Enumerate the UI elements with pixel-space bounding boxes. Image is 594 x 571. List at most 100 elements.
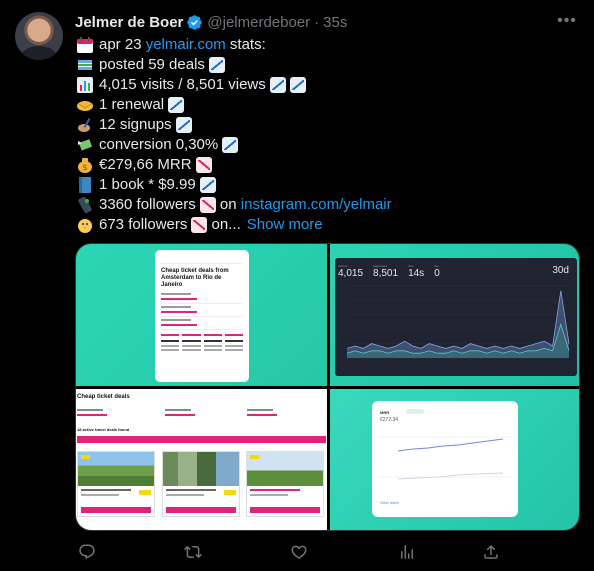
line-text: €279,66 MRR	[99, 156, 192, 173]
card-nav	[161, 256, 243, 264]
chart-decreasing-icon	[222, 137, 239, 153]
tweet-line: 4,015 visits / 8,501 views	[75, 75, 580, 95]
chart-decreasing-icon	[175, 117, 192, 133]
link-instagram[interactable]: instagram.com/yelmair	[241, 195, 392, 215]
share-icon	[484, 544, 498, 559]
money-wings-emoji-icon	[75, 135, 95, 155]
retweet-icon	[184, 545, 202, 559]
check-deal-button	[81, 507, 151, 513]
chart-increasing-icon	[195, 157, 212, 173]
new-tag	[81, 455, 90, 459]
mrr-title: MRR	[380, 410, 390, 415]
stat-visitors: visitors 4,015	[338, 264, 363, 279]
filter-month	[247, 407, 307, 421]
timestamp[interactable]: 35s	[323, 14, 347, 31]
filter-departure	[77, 407, 137, 421]
chart-decreasing-icon	[168, 97, 185, 113]
reply-icon	[79, 544, 95, 560]
more-options-icon[interactable]: •••	[555, 10, 579, 34]
dashboard-stats: visitors 4,015 pageviews 8,501 time 14s liv…	[338, 264, 440, 279]
media-image-3[interactable]: Cheap ticket deals 18 active travel deal…	[76, 389, 327, 530]
chart-decreasing-icon	[208, 57, 225, 73]
line-text: 12 signups	[99, 116, 172, 133]
card-line	[250, 494, 288, 496]
line-text: on...	[207, 216, 241, 233]
line-text: conversion 0,30%	[99, 136, 219, 153]
stat-live: live 0	[434, 264, 440, 279]
tweet-line: apr 23 yelmair.com stats:	[75, 35, 580, 55]
handshake-emoji-icon	[75, 95, 95, 115]
stat-pageviews: pageviews 8,501	[373, 264, 398, 279]
media-image-4[interactable]: MRR €272.34 View more	[330, 389, 579, 530]
chart-decreasing-icon	[269, 77, 286, 93]
deal-photo	[163, 452, 239, 486]
author-handle[interactable]: @jelmerdeboer	[207, 14, 310, 31]
avatar-shirt	[21, 46, 57, 60]
series-area	[347, 290, 569, 358]
filter-row	[77, 407, 325, 421]
views-button[interactable]	[395, 540, 419, 564]
tweet-line: 1 book * $9.99	[75, 175, 580, 195]
stat-value: 14s	[408, 268, 425, 279]
money-bag-emoji-icon: $	[75, 155, 95, 175]
chick-emoji-icon	[75, 215, 95, 235]
svg-text:$: $	[82, 163, 87, 172]
card-line	[166, 494, 204, 496]
tweet-line: 1 renewal	[75, 95, 580, 115]
traffic-chart	[346, 285, 570, 359]
price-tag	[139, 490, 151, 495]
deal-card	[77, 451, 155, 517]
show-more-link[interactable]: Show more	[247, 215, 323, 235]
deals-heading: Cheap ticket deals	[77, 394, 130, 400]
mrr-change-badge	[406, 409, 424, 414]
view-more-link: View more	[380, 500, 399, 505]
line-text: 4,015 visits / 8,501 views	[99, 76, 266, 93]
price-tag	[224, 490, 236, 495]
reply-button[interactable]	[75, 540, 99, 564]
tweet-line: posted 59 deals	[75, 55, 580, 75]
deal-title: Cheap ticket deals from Amsterdam to Rio…	[161, 268, 229, 288]
deals-count: 18 active travel deals found	[77, 427, 130, 432]
line-text: 1 book * $9.99	[99, 176, 196, 193]
retweet-button[interactable]	[181, 540, 205, 564]
card-line	[81, 489, 131, 491]
check-deal-button	[166, 507, 236, 513]
avatar[interactable]	[15, 12, 63, 60]
mrr-value: €272.34	[380, 417, 399, 423]
line-text: posted 59 deals	[99, 56, 205, 73]
chart-decreasing-icon	[289, 77, 306, 93]
flag-emoji-icon	[75, 55, 95, 75]
departure-field	[161, 293, 243, 304]
verified-badge-icon	[187, 14, 203, 30]
tweet-actions	[75, 540, 580, 564]
stat-value: 8,501	[373, 268, 399, 279]
blue-book-emoji-icon	[75, 175, 95, 195]
card-line	[250, 489, 300, 491]
deal-card	[246, 451, 324, 517]
media-image-2[interactable]: visitors 4,015 pageviews 8,501 time 14s liv…	[330, 244, 579, 386]
mrr-card: MRR €272.34 View more	[372, 401, 518, 517]
line-text: on	[215, 196, 241, 213]
media-image-1[interactable]: Cheap ticket deals from Amsterdam to Rio…	[76, 244, 327, 386]
chart-increasing-icon	[199, 197, 216, 213]
link-yelmair[interactable]: yelmair.com	[146, 35, 226, 55]
author-name[interactable]: Jelmer de Boer	[75, 14, 183, 31]
stat-value: 4,015	[338, 268, 364, 279]
views-icon	[401, 545, 413, 559]
line-text: apr 23	[99, 36, 146, 53]
read-blog-button	[250, 507, 320, 513]
date-range: 30d	[552, 265, 569, 276]
stat-value: 0	[434, 268, 440, 279]
like-button[interactable]	[287, 540, 311, 564]
media-gallery: Cheap ticket deals from Amsterdam to Rio…	[75, 243, 580, 531]
card-line	[81, 494, 119, 496]
tweet-line: 12 signups	[75, 115, 580, 135]
card-line	[166, 489, 216, 491]
tweet-header: Jelmer de Boer @jelmerdeboer · 35s •••	[75, 12, 579, 32]
line-text: 3360 followers	[99, 196, 196, 213]
series-line	[346, 290, 570, 349]
separator-dot: ·	[314, 13, 320, 31]
filter-destination	[165, 407, 225, 421]
share-button[interactable]	[479, 540, 503, 564]
line-text: stats:	[225, 36, 266, 53]
